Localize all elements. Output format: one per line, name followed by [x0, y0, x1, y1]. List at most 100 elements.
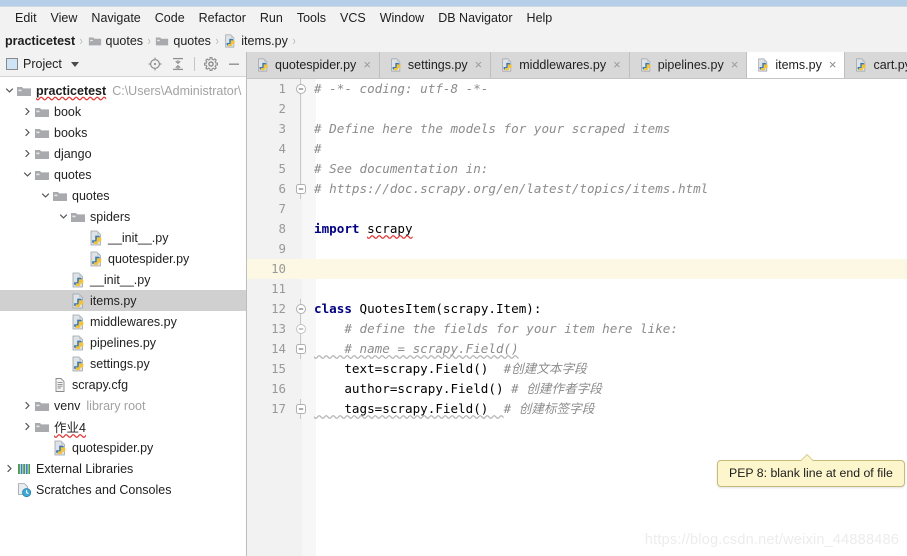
line-number: 5	[278, 161, 286, 176]
breadcrumb-item-practicetest[interactable]: practicetest	[2, 34, 78, 48]
menu-item-edit[interactable]: Edit	[8, 8, 44, 28]
code-line: 7	[247, 199, 907, 219]
tree-collapse-arrow-icon[interactable]	[38, 189, 52, 203]
code-token: # Define here the models for your scrape…	[314, 121, 671, 136]
gear-icon[interactable]	[203, 57, 219, 72]
close-icon[interactable]: ×	[363, 58, 371, 71]
tree-item[interactable]: quotes	[0, 164, 246, 185]
menu-bar: Edit View Navigate Code Refactor Run Tools VCS W…	[0, 7, 907, 29]
tree-item[interactable]: settings.py	[0, 353, 246, 374]
menu-item-run[interactable]: Run	[253, 8, 290, 28]
tree-item[interactable]: __init__.py	[0, 269, 246, 290]
window-title-strip	[0, 0, 907, 7]
fold-marker[interactable]	[294, 319, 308, 339]
project-tree[interactable]: practicetest C:\Users\Administrator\ book b…	[0, 77, 246, 556]
tree-item[interactable]: scrapy.cfg	[0, 374, 246, 395]
breadcrumb-folder-icon	[88, 34, 102, 48]
tree-item-label: settings.py	[90, 356, 150, 371]
tree-item[interactable]: __init__.py	[0, 227, 246, 248]
tree-arrow-spacer	[56, 294, 70, 308]
editor-area: quotespider.py × settings.py × middlewares.p…	[247, 52, 907, 556]
breadcrumb-item-quotes[interactable]: quotes	[152, 34, 214, 48]
fold-marker[interactable]	[294, 339, 308, 359]
tree-item-label: middlewares.py	[90, 314, 177, 329]
tree-expand-arrow-icon[interactable]	[20, 126, 34, 140]
code-line-text: # See documentation in:	[308, 159, 488, 179]
tree-item[interactable]: venv library root	[0, 395, 246, 416]
close-icon[interactable]: ×	[475, 58, 483, 71]
tree-expand-arrow-icon[interactable]	[20, 105, 34, 119]
project-panel-title-group[interactable]: Project	[6, 57, 79, 71]
minimize-icon[interactable]	[227, 57, 241, 71]
breadcrumb-label: practicetest	[5, 33, 76, 48]
fold-marker[interactable]	[294, 99, 308, 119]
menu-item-window[interactable]: Window	[373, 8, 431, 28]
tree-item[interactable]: book	[0, 101, 246, 122]
menu-item-help[interactable]: Help	[520, 8, 560, 28]
tree-item[interactable]: External Libraries	[0, 458, 246, 479]
python-file-icon	[88, 251, 104, 267]
editor-tab-cart-py[interactable]: cart.py	[845, 52, 907, 78]
chevron-down-icon[interactable]	[70, 61, 79, 67]
tree-item[interactable]: django	[0, 143, 246, 164]
code-line-text: text=scrapy.Field() #创建文本字段	[308, 359, 586, 379]
breadcrumb-item-items-py[interactable]: items.py	[220, 34, 291, 48]
editor-viewport[interactable]: 1 # -*- coding: utf-8 -*- 2 3 # Define here …	[247, 79, 907, 556]
close-icon[interactable]: ×	[731, 58, 739, 71]
tooltip-arrow-fill	[801, 455, 813, 461]
tab-python-icon	[756, 58, 770, 72]
tree-collapse-arrow-icon[interactable]	[56, 210, 70, 224]
code-token: # See documentation in:	[314, 161, 489, 176]
tree-item[interactable]: practicetest C:\Users\Administrator\	[0, 80, 246, 101]
tree-item[interactable]: quotes	[0, 185, 246, 206]
fold-marker[interactable]	[294, 299, 308, 319]
editor-tab-items-py[interactable]: items.py ×	[747, 52, 846, 78]
fold-marker[interactable]	[294, 79, 308, 99]
libraries-icon	[16, 461, 32, 477]
fold-marker[interactable]	[294, 119, 308, 139]
editor-tab-quotespider-py[interactable]: quotespider.py ×	[247, 52, 380, 78]
tree-item[interactable]: Scratches and Consoles	[0, 479, 246, 500]
tree-expand-arrow-icon[interactable]	[20, 399, 34, 413]
tree-item[interactable]: middlewares.py	[0, 311, 246, 332]
tree-expand-arrow-icon[interactable]	[2, 462, 16, 476]
tree-item[interactable]: 作业4	[0, 416, 246, 437]
tree-collapse-arrow-icon[interactable]	[20, 168, 34, 182]
menu-item-code[interactable]: Code	[148, 8, 192, 28]
fold-marker[interactable]	[294, 139, 308, 159]
editor-tab-label: settings.py	[407, 58, 468, 72]
fold-marker[interactable]	[294, 179, 308, 199]
menu-item-tools[interactable]: Tools	[290, 8, 333, 28]
menu-item-navigate[interactable]: Navigate	[84, 8, 147, 28]
tree-item[interactable]: pipelines.py	[0, 332, 246, 353]
fold-marker[interactable]	[294, 399, 308, 419]
tree-item[interactable]: quotespider.py	[0, 437, 246, 458]
locate-icon[interactable]	[148, 57, 162, 71]
menu-item-view[interactable]: View	[44, 8, 85, 28]
code-token: # https://doc.scrapy.org/en/latest/topic…	[314, 181, 709, 196]
menu-item-vcs[interactable]: VCS	[333, 8, 373, 28]
code-line: 12 class QuotesItem(scrapy.Item):	[247, 299, 907, 319]
breadcrumb-item-quotes[interactable]: quotes	[85, 34, 147, 48]
close-icon[interactable]: ×	[613, 58, 621, 71]
editor-tab-label: items.py	[775, 58, 822, 72]
tree-item[interactable]: books	[0, 122, 246, 143]
fold-marker[interactable]	[294, 159, 308, 179]
close-icon[interactable]: ×	[829, 58, 837, 71]
editor-tab-middlewares-py[interactable]: middlewares.py ×	[491, 52, 630, 78]
menu-item-refactor[interactable]: Refactor	[192, 8, 253, 28]
tree-item-selected[interactable]: items.py	[0, 290, 246, 311]
editor-tab-pipelines-py[interactable]: pipelines.py ×	[629, 52, 748, 78]
folder-icon	[34, 398, 50, 414]
tree-item[interactable]: quotespider.py	[0, 248, 246, 269]
collapse-all-icon[interactable]	[171, 57, 185, 71]
editor-tab-settings-py[interactable]: settings.py ×	[379, 52, 492, 78]
tree-collapse-arrow-icon[interactable]	[2, 84, 16, 98]
tree-expand-arrow-icon[interactable]	[20, 147, 34, 161]
code-line-text: #	[308, 139, 322, 159]
tree-item[interactable]: spiders	[0, 206, 246, 227]
line-number: 1	[278, 81, 286, 96]
code-line: 1 # -*- coding: utf-8 -*-	[247, 79, 907, 99]
tree-expand-arrow-icon[interactable]	[20, 420, 34, 434]
menu-item-db-navigator[interactable]: DB Navigator	[431, 8, 519, 28]
